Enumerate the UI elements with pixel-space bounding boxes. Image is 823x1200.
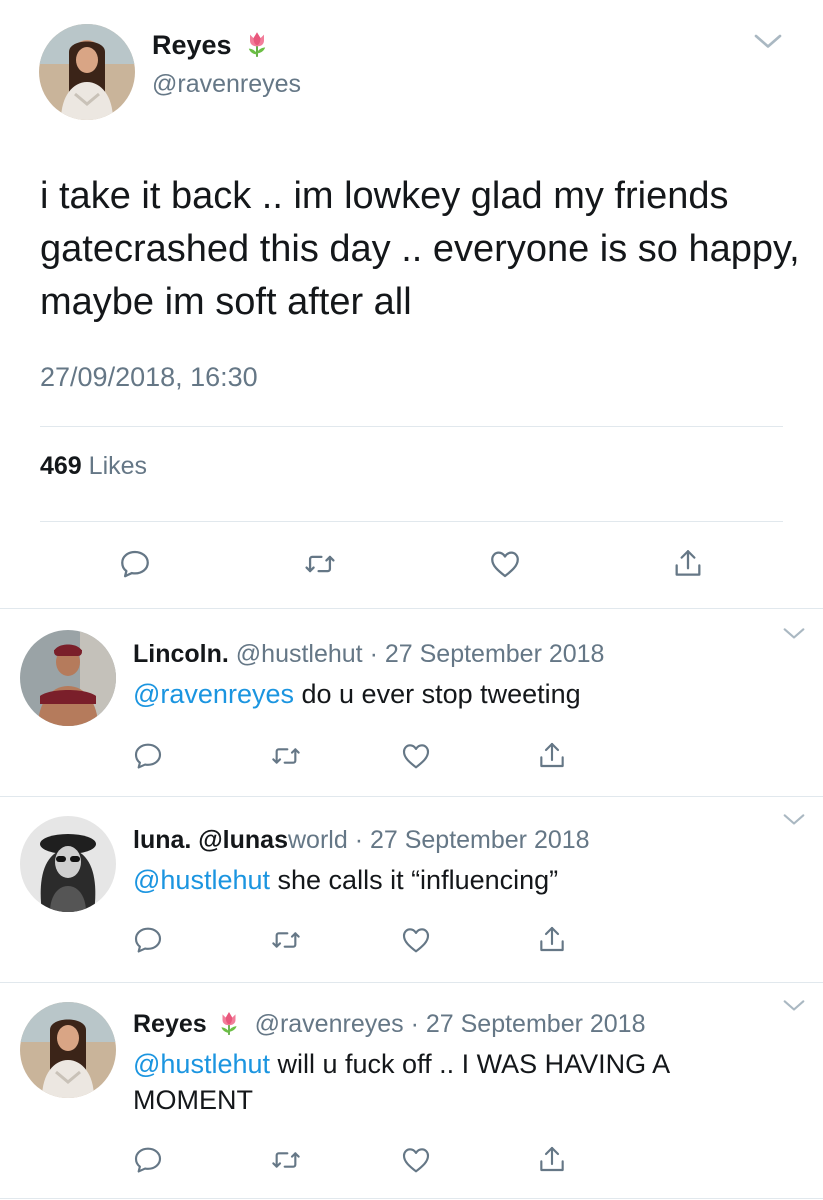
main-tweet-text: i take it back .. im lowkey glad my frie… xyxy=(40,175,800,323)
reply-2-date[interactable]: 27 September 2018 xyxy=(370,826,590,854)
reply-icon xyxy=(132,740,164,772)
divider xyxy=(40,521,783,522)
like-heart-icon xyxy=(488,547,522,581)
reply-2-header: luna. @lunasworld · 27 September 2018 xyxy=(133,826,590,855)
like-button[interactable] xyxy=(485,544,525,584)
retweet-icon xyxy=(303,547,337,581)
reply-3-display-name[interactable]: Reyes xyxy=(133,1010,207,1038)
like-heart-icon xyxy=(400,740,432,772)
divider xyxy=(40,426,783,427)
likes-stat[interactable]: 469 Likes xyxy=(40,452,147,481)
share-button[interactable] xyxy=(532,920,572,960)
reply-1-header: Lincoln. @hustlehut · 27 September 2018 xyxy=(133,640,604,669)
avatar-reply-3[interactable] xyxy=(20,1002,116,1098)
share-button[interactable] xyxy=(668,544,708,584)
divider xyxy=(0,1198,823,1199)
handle-rest-part: world xyxy=(287,826,348,854)
avatar-reply-2[interactable] xyxy=(20,816,116,912)
like-button[interactable] xyxy=(396,736,436,776)
reply-3-header: Reyes @ravenreyes · 27 September 2018 xyxy=(133,1010,645,1039)
reply-1-date[interactable]: 27 September 2018 xyxy=(385,640,605,668)
reply-button[interactable] xyxy=(128,736,168,776)
reply-icon xyxy=(132,924,164,956)
reply-button[interactable] xyxy=(128,1140,168,1180)
like-button[interactable] xyxy=(396,1140,436,1180)
reply-icon xyxy=(118,547,152,581)
chevron-down-icon[interactable] xyxy=(780,992,808,1020)
like-heart-icon xyxy=(400,1144,432,1176)
reply-icon xyxy=(132,1144,164,1176)
chevron-down-icon[interactable] xyxy=(750,24,786,60)
handle-bold-part: @lunas xyxy=(198,826,288,854)
retweet-icon xyxy=(270,740,302,772)
reply-1-text: @ravenreyes do u ever stop tweeting xyxy=(133,676,783,712)
reply-1-display-name[interactable]: Lincoln. xyxy=(133,640,229,668)
retweet-icon xyxy=(270,924,302,956)
mention-link[interactable]: @hustlehut xyxy=(133,865,270,895)
like-button[interactable] xyxy=(396,920,436,960)
retweet-icon xyxy=(270,1144,302,1176)
retweet-button[interactable] xyxy=(266,920,306,960)
retweet-button[interactable] xyxy=(266,1140,306,1180)
divider xyxy=(0,982,823,983)
mention-link[interactable]: @ravenreyes xyxy=(133,679,294,709)
reply-2-text: @hustlehut she calls it “influencing” xyxy=(133,862,783,898)
separator-dot: · xyxy=(354,826,364,854)
display-name-text: Reyes xyxy=(152,30,232,60)
share-icon xyxy=(536,740,568,772)
reply-3-handle[interactable]: @ravenreyes xyxy=(255,1010,404,1038)
chevron-down-icon[interactable] xyxy=(780,806,808,834)
reply-3-date[interactable]: 27 September 2018 xyxy=(426,1010,646,1038)
reply-3-text: @hustlehut will u fuck off .. I WAS HAVI… xyxy=(133,1046,753,1118)
main-display-name[interactable]: Reyes xyxy=(152,30,271,61)
avatar-main[interactable] xyxy=(39,24,135,120)
share-button[interactable] xyxy=(532,1140,572,1180)
likes-label: Likes xyxy=(88,452,148,480)
share-icon xyxy=(536,1144,568,1176)
separator-dot: · xyxy=(369,640,378,668)
main-handle[interactable]: @ravenreyes xyxy=(152,70,301,99)
reply-2-body: she calls it “influencing” xyxy=(277,865,559,895)
chevron-down-icon[interactable] xyxy=(780,620,808,648)
reply-1-handle[interactable]: @hustlehut xyxy=(236,640,363,668)
likes-count: 469 xyxy=(40,452,82,480)
reply-2-handle[interactable]: @lunasworld xyxy=(198,826,347,854)
separator-dot: · xyxy=(410,1010,419,1038)
share-icon xyxy=(671,547,705,581)
divider xyxy=(0,796,823,797)
reply-button[interactable] xyxy=(115,544,155,584)
reply-2-display-name[interactable]: luna. xyxy=(133,826,191,854)
divider xyxy=(0,608,823,609)
reply-button[interactable] xyxy=(128,920,168,960)
tulip-emoji-icon xyxy=(216,1010,242,1036)
like-heart-icon xyxy=(400,924,432,956)
main-timestamp[interactable]: 27/09/2018, 16:30 xyxy=(40,362,258,393)
avatar-reply-1[interactable] xyxy=(20,630,116,726)
share-icon xyxy=(536,924,568,956)
share-button[interactable] xyxy=(532,736,572,776)
tulip-emoji-icon xyxy=(243,30,271,58)
mention-link[interactable]: @hustlehut xyxy=(133,1049,270,1079)
reply-1-body: do u ever stop tweeting xyxy=(301,679,581,709)
retweet-button[interactable] xyxy=(300,544,340,584)
retweet-button[interactable] xyxy=(266,736,306,776)
